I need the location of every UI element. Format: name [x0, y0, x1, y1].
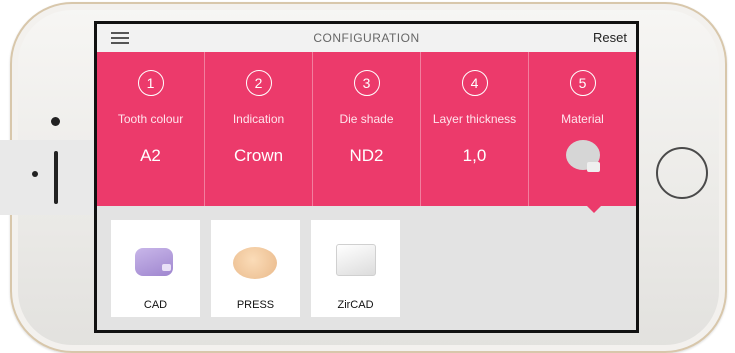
material-options: CAD PRESS ZirCAD [111, 220, 400, 317]
step-indication[interactable]: 2 Indication Crown [205, 52, 313, 206]
step-value: A2 [140, 146, 161, 165]
step-value: ND2 [349, 146, 384, 165]
step-tooth-colour[interactable]: 1 Tooth colour A2 [97, 52, 205, 206]
step-number: 3 [353, 70, 380, 96]
step-material[interactable]: 5 Material [529, 52, 636, 206]
active-step-pointer-icon [587, 206, 601, 213]
config-steps: 1 Tooth colour A2 2 Indication Crown 3 D… [97, 52, 636, 206]
step-label: Tooth colour [117, 112, 184, 126]
phone-speaker [54, 151, 58, 204]
material-card-cad[interactable]: CAD [111, 220, 200, 317]
material-card-press[interactable]: PRESS [211, 220, 300, 317]
material-card-zircad[interactable]: ZirCAD [311, 220, 400, 317]
step-die-shade[interactable]: 3 Die shade ND2 [313, 52, 421, 206]
zircad-block-icon [336, 244, 376, 276]
step-number: 1 [137, 70, 164, 96]
step-layer-thickness[interactable]: 4 Layer thickness 1,0 [421, 52, 529, 206]
home-button[interactable] [656, 147, 708, 199]
step-label: Die shade [339, 112, 394, 126]
press-ingot-icon [233, 247, 277, 279]
step-number: 5 [569, 70, 596, 96]
step-label: Indication [232, 112, 285, 126]
background-strip [0, 140, 98, 215]
material-label: CAD [143, 299, 168, 311]
material-icon [565, 140, 600, 174]
step-number: 2 [245, 70, 272, 96]
phone-camera [32, 171, 38, 177]
material-label: PRESS [236, 299, 275, 311]
step-value: 1,0 [462, 146, 487, 165]
phone-screen: CONFIGURATION Reset 1 Tooth colour A2 2 … [94, 21, 639, 333]
step-number: 4 [461, 70, 488, 96]
cad-block-icon [135, 248, 173, 276]
top-bar: CONFIGURATION Reset [97, 24, 636, 52]
step-value: Crown [233, 146, 284, 165]
page-title: CONFIGURATION [313, 31, 420, 45]
material-label: ZirCAD [337, 299, 374, 311]
app-view: CONFIGURATION Reset 1 Tooth colour A2 2 … [97, 24, 636, 330]
step-label: Layer thickness [432, 112, 517, 126]
step-label: Material [561, 112, 604, 126]
reset-button[interactable]: Reset [593, 30, 627, 45]
phone-sensor-dot [51, 117, 60, 126]
